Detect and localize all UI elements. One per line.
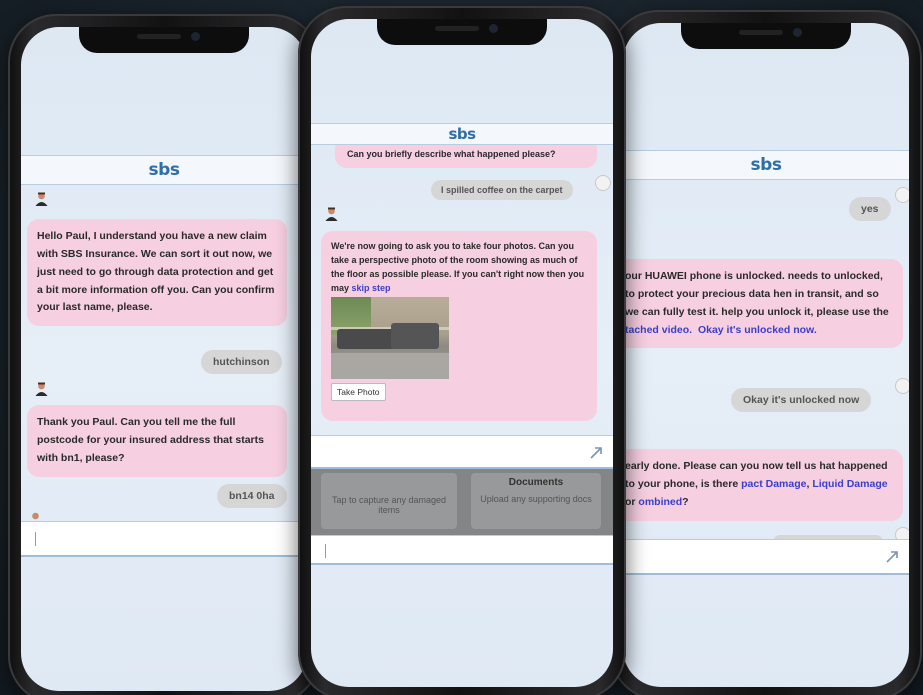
app-header: sbs: [623, 150, 909, 180]
sbs-logo: sbs: [448, 125, 476, 143]
app-header: sbs: [311, 123, 613, 145]
user-message: bn14 0ha: [217, 484, 287, 508]
phone-notch: [681, 23, 851, 49]
sbs-logo: sbs: [750, 155, 782, 175]
bot-message: Hello Paul, I understand you have a new …: [27, 219, 287, 327]
user-message: hutchinson: [201, 350, 282, 374]
bot-message: our HUAWEI phone is unlocked. needs to u…: [623, 259, 903, 349]
skip-step-link[interactable]: skip step: [352, 283, 391, 293]
user-message: yes: [849, 197, 891, 221]
message-input[interactable]: [623, 539, 909, 575]
user-avatar-icon: [895, 527, 909, 539]
user-message: I spilled coffee on the carpet: [431, 180, 573, 200]
chat-thread[interactable]: Can you briefly describe what happened p…: [311, 145, 613, 435]
sample-room-photo: [331, 297, 449, 379]
user-avatar-icon: [895, 378, 909, 394]
user-avatar-icon: [895, 187, 909, 203]
bot-message: Can you briefly describe what happened p…: [335, 145, 597, 169]
text-caret: [325, 544, 326, 558]
text-caret: [35, 532, 36, 546]
message-input[interactable]: [21, 521, 307, 557]
app-header: sbs: [21, 155, 307, 185]
phone-notch: [377, 19, 547, 45]
phone-mockup-left: sbs Hello Paul, I understand you have a …: [8, 14, 320, 695]
send-icon[interactable]: [589, 446, 603, 460]
chat-thread[interactable]: Hello Paul, I understand you have a new …: [21, 186, 307, 521]
phone-screen: sbs Can you briefly describe what happen…: [311, 19, 613, 687]
send-icon[interactable]: [885, 550, 899, 564]
bot-message: early done. Please can you now tell us h…: [623, 449, 903, 521]
combined-option[interactable]: ombined: [638, 496, 682, 508]
unlocked-quick-reply[interactable]: Okay it's unlocked now.: [698, 324, 817, 336]
phone-mockup-center: sbs Can you briefly describe what happen…: [298, 6, 626, 695]
documents-card[interactable]: Documents Upload any supporting docs: [471, 473, 601, 529]
photo-type-overlay: Tap to capture any damaged items Documen…: [311, 469, 613, 535]
secondary-input[interactable]: [311, 535, 613, 565]
bot-avatar-icon: [35, 192, 48, 206]
bot-avatar-icon: [35, 382, 48, 396]
bot-message: Thank you Paul. Can you tell me the full…: [27, 405, 287, 477]
user-avatar-icon: [595, 175, 611, 191]
liquid-damage-option[interactable]: Liquid Damage: [812, 478, 887, 490]
take-photo-button[interactable]: Take Photo: [331, 383, 386, 401]
bot-avatar-icon: [32, 512, 39, 520]
phone-screen: sbs Hello Paul, I understand you have a …: [21, 27, 307, 691]
phone-mockup-right: sbs yes our HUAWEI phone is unlocked. ne…: [610, 10, 922, 695]
phone-notch: [79, 27, 249, 53]
damaged-items-card[interactable]: Tap to capture any damaged items: [321, 473, 457, 529]
user-message: Okay it's unlocked now: [731, 388, 872, 412]
sbs-logo: sbs: [148, 160, 180, 180]
bot-avatar-icon: [325, 207, 338, 221]
phone-screen: sbs yes our HUAWEI phone is unlocked. ne…: [623, 23, 909, 687]
video-link[interactable]: tached video.: [625, 324, 692, 336]
message-input[interactable]: [311, 435, 613, 469]
chat-thread[interactable]: yes our HUAWEI phone is unlocked. needs …: [623, 181, 909, 539]
impact-damage-option[interactable]: pact Damage: [741, 478, 806, 490]
